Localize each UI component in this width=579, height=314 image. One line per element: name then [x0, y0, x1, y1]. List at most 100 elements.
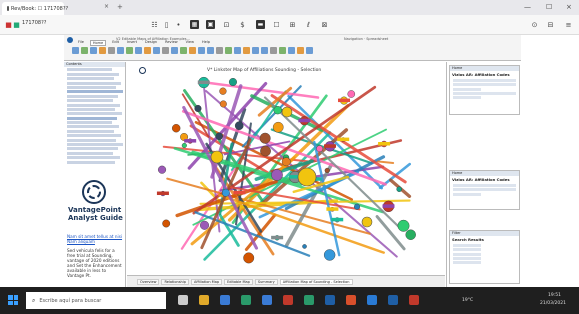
minimize-button[interactable]: — — [524, 3, 531, 11]
network-node[interactable] — [215, 132, 223, 141]
ribbon-tool-icon[interactable] — [252, 47, 259, 54]
ribbon-tool-icon[interactable] — [279, 47, 286, 54]
box3-row[interactable] — [453, 256, 481, 260]
ribbon-tab[interactable]: Review — [163, 40, 180, 46]
box3-row[interactable] — [453, 260, 481, 264]
box1-row[interactable] — [453, 95, 481, 99]
contents-item[interactable] — [67, 112, 122, 116]
contents-item[interactable] — [67, 125, 119, 129]
address-text[interactable]: 171708?? — [22, 20, 46, 26]
contents-item[interactable] — [67, 72, 119, 76]
network-node[interactable] — [324, 167, 330, 174]
contents-item[interactable] — [67, 77, 114, 81]
ribbon-tool-icon[interactable] — [216, 47, 223, 54]
ribbon-tool-icon[interactable] — [72, 47, 79, 54]
ribbon-tab[interactable]: Edit — [110, 40, 121, 46]
ribbon-tab[interactable]: Help — [200, 40, 212, 46]
box2-row[interactable] — [453, 188, 516, 192]
network-hub-node[interactable] — [297, 167, 317, 187]
network-node[interactable] — [228, 78, 237, 87]
ribbon-tool-icon[interactable] — [171, 47, 178, 54]
acrobat-icon[interactable] — [409, 295, 419, 305]
ribbon-tab[interactable]: Home — [89, 40, 107, 46]
clock-time[interactable]: 19:51 — [548, 293, 561, 298]
ribbon-tool-icon[interactable] — [135, 47, 142, 54]
contents-item[interactable] — [67, 147, 118, 151]
network-node[interactable] — [243, 252, 255, 264]
box1-row[interactable] — [453, 83, 516, 87]
edge-icon[interactable] — [367, 295, 377, 305]
contents-item[interactable] — [67, 121, 112, 125]
contents-item[interactable] — [67, 116, 117, 120]
pen-icon[interactable]: ℓ — [304, 20, 313, 29]
box1-row[interactable] — [453, 91, 516, 95]
node-label-box[interactable] — [184, 139, 197, 143]
ribbon-tool-icon[interactable] — [99, 47, 106, 54]
contents-item[interactable] — [67, 151, 113, 155]
taskbar-search[interactable]: ⌕ Escribe aquí para buscar — [26, 292, 166, 309]
ribbon-tool-icon[interactable] — [117, 47, 124, 54]
node-label-box[interactable] — [338, 98, 351, 103]
node-label-box[interactable] — [233, 190, 246, 195]
network-node[interactable] — [219, 100, 227, 108]
network-node[interactable] — [200, 220, 210, 230]
network-node[interactable] — [396, 186, 402, 192]
ribbon-tool-icon[interactable] — [162, 47, 169, 54]
network-node[interactable] — [260, 145, 271, 157]
network-node[interactable] — [234, 121, 244, 130]
ribbon-tool-icon[interactable] — [180, 47, 187, 54]
ribbon-tool-icon[interactable] — [81, 47, 88, 54]
ribbon-tool-icon[interactable] — [306, 47, 313, 54]
guide-link[interactable]: Nam sit amet tellus at nisi Nam aliquam — [67, 234, 123, 244]
contents-item[interactable] — [67, 99, 113, 103]
powerpoint-icon[interactable] — [283, 295, 293, 305]
ribbon-tool-icon[interactable] — [144, 47, 151, 54]
box1-row[interactable] — [453, 79, 516, 83]
network-node[interactable] — [181, 142, 187, 149]
box2-row[interactable] — [453, 184, 516, 188]
menu-icon[interactable]: ≡ — [564, 20, 573, 29]
sheet-tab[interactable]: Editable Map — [224, 278, 253, 285]
network-node[interactable] — [162, 219, 171, 228]
ribbon-tool-icon[interactable] — [108, 47, 115, 54]
network-node[interactable] — [219, 87, 227, 95]
close-window-button[interactable]: × — [566, 3, 572, 11]
network-node[interactable] — [323, 249, 336, 261]
image-tile-icon[interactable]: ⊠ — [320, 20, 329, 29]
file-explorer-icon[interactable] — [199, 295, 209, 305]
node-label-box[interactable] — [156, 191, 169, 196]
network-hub-node[interactable] — [361, 216, 373, 228]
network-node[interactable] — [302, 244, 307, 249]
ribbon-tab[interactable]: Insert — [125, 40, 139, 46]
word-icon[interactable] — [262, 295, 272, 305]
capture-icon[interactable]: ⊡ — [222, 20, 231, 29]
task-view-icon[interactable] — [178, 295, 188, 305]
node-label-box[interactable] — [378, 142, 391, 146]
layout-icon[interactable]: ▬ — [256, 20, 265, 29]
ribbon-tab[interactable]: File — [76, 40, 86, 46]
box2-row[interactable] — [453, 192, 481, 196]
tabs-icon[interactable]: ⊟ — [546, 20, 555, 29]
tab-close-icon[interactable]: × — [104, 3, 109, 10]
sheet-tab[interactable]: Affiliation Map — [190, 278, 223, 285]
box3-row[interactable] — [453, 244, 481, 248]
teams-icon[interactable] — [388, 295, 398, 305]
chrome-icon[interactable] — [346, 295, 356, 305]
network-node[interactable] — [259, 132, 271, 144]
contents-item[interactable] — [67, 103, 120, 107]
new-tab-icon[interactable]: + — [117, 3, 123, 11]
network-node[interactable] — [158, 165, 167, 174]
windows-start-icon[interactable] — [8, 295, 18, 305]
sheet-tab[interactable]: Summary — [254, 278, 278, 285]
ribbon-tool-icon[interactable] — [189, 47, 196, 54]
node-label-box[interactable] — [271, 235, 284, 240]
ribbon-tool-icon[interactable] — [126, 47, 133, 54]
contents-item[interactable] — [67, 138, 116, 142]
contents-item[interactable] — [67, 156, 120, 160]
sheet-tab[interactable]: Affiliation Map of Sounding - Selection — [279, 278, 353, 285]
browser-tab[interactable]: Rev/Book: ☐ 171708?? — [2, 2, 68, 15]
network-node[interactable] — [273, 106, 282, 115]
sheet-tab[interactable]: Overview — [137, 278, 160, 285]
clock-date[interactable]: 21/03/2021 — [540, 301, 566, 306]
contents-item[interactable] — [67, 68, 112, 72]
